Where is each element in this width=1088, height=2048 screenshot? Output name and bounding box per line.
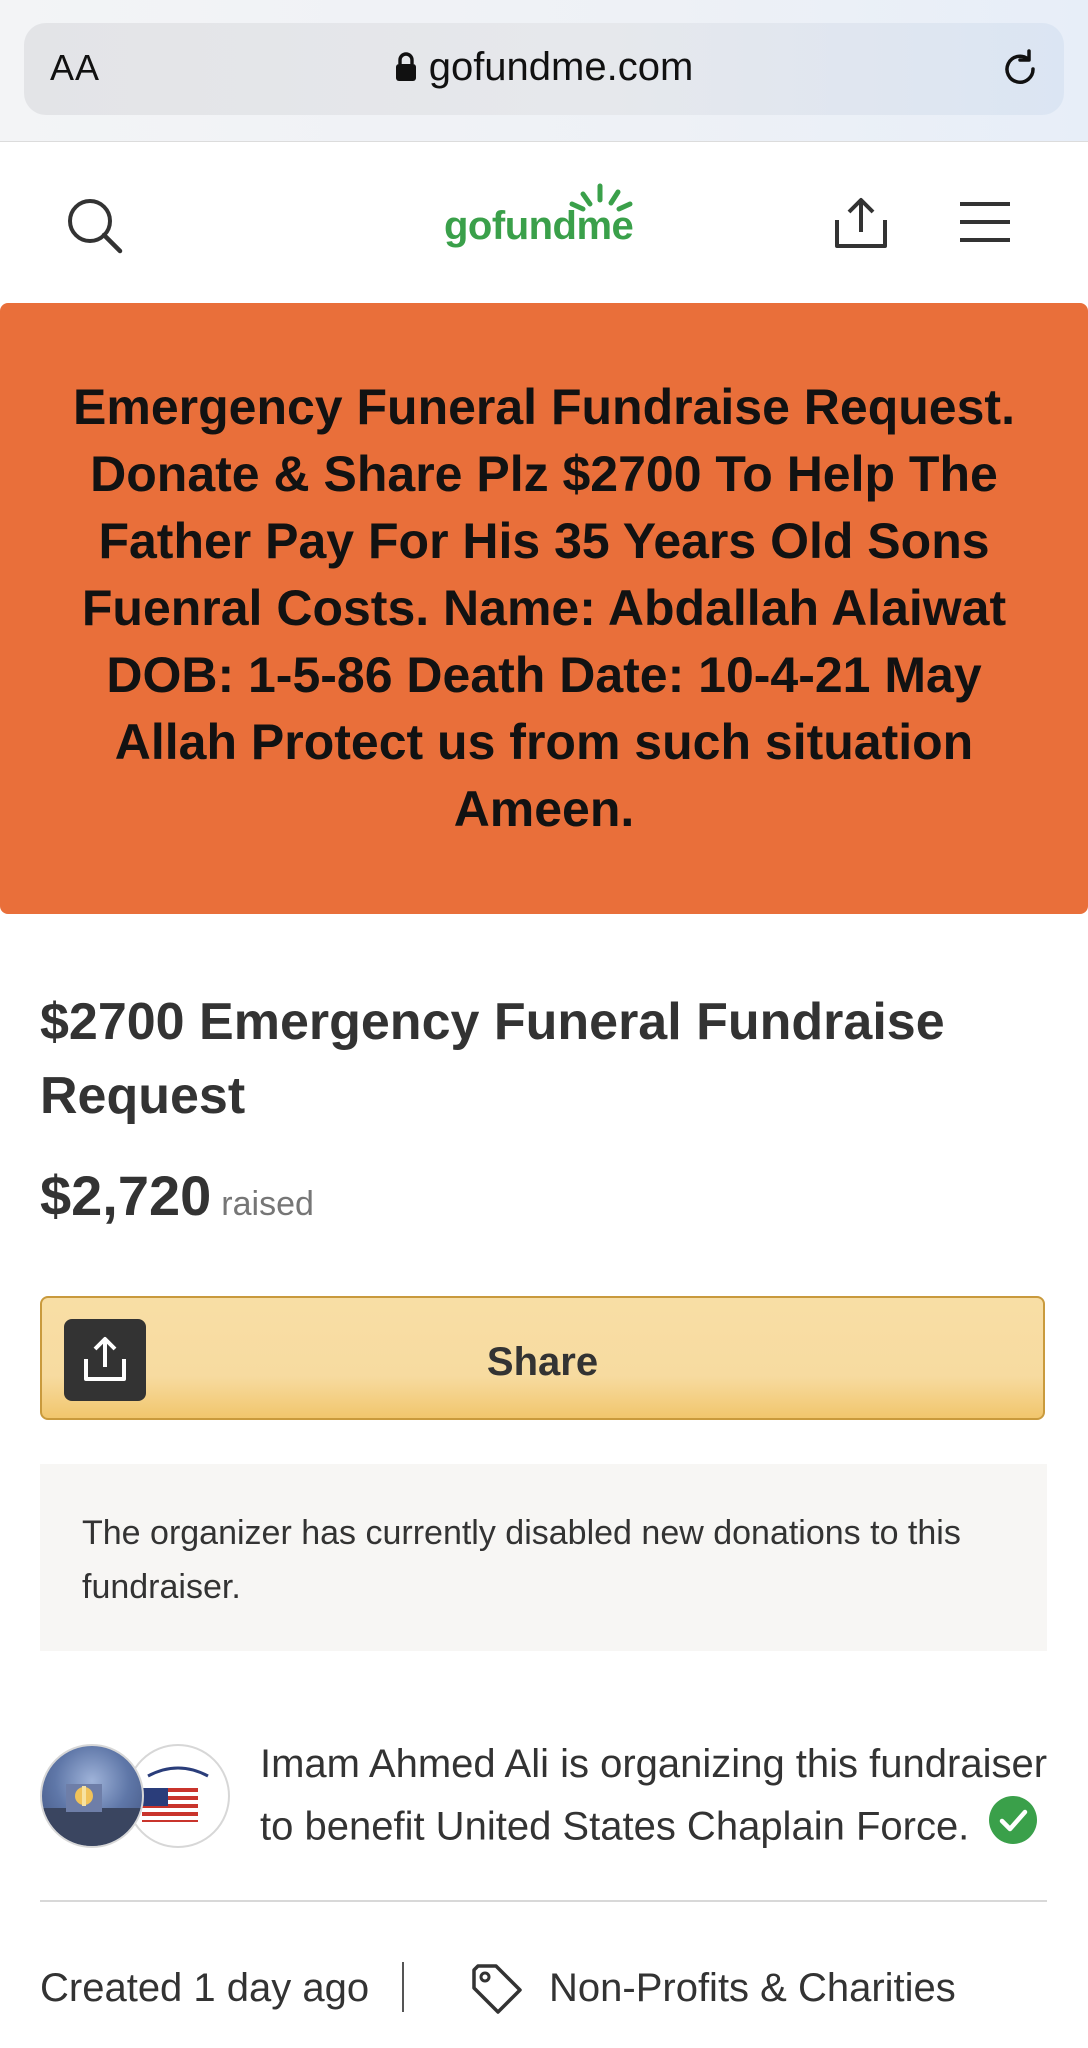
amount-raised: $2,720 raised — [40, 1163, 314, 1228]
browser-address-bar-area: AA gofundme.com — [0, 0, 1088, 142]
organizer-description: Imam Ahmed Ali is organizing this fundra… — [260, 1734, 1060, 1863]
share-button[interactable]: Share — [40, 1296, 1045, 1420]
organizer-text: Imam Ahmed Ali is organizing this fundra… — [260, 1742, 1048, 1849]
search-icon[interactable] — [66, 197, 124, 260]
organizer-avatar[interactable] — [40, 1744, 144, 1848]
lock-icon — [395, 47, 417, 92]
gofundme-logo[interactable]: gofundme — [440, 182, 660, 252]
share-button-label: Share — [486, 1340, 599, 1384]
organizer-avatars[interactable] — [40, 1744, 230, 1848]
logo-text: gofundme — [444, 204, 634, 248]
meta-separator — [402, 1962, 404, 2012]
amount-raised-value: $2,720 — [40, 1164, 212, 1227]
category-link[interactable]: Non-Profits & Charities — [549, 1966, 956, 2011]
campaign-title: $2700 Emergency Funeral Fundraise Reques… — [40, 993, 945, 1125]
notice-text: The organizer has currently disabled new… — [82, 1514, 961, 1606]
created-date: Created 1 day ago — [40, 1966, 370, 2010]
tag-icon — [470, 1964, 524, 2021]
campaign-image-text: Emergency Funeral Fundraise Request. Don… — [73, 379, 1015, 837]
browser-address-bar[interactable]: AA gofundme.com — [24, 23, 1064, 115]
site-header: gofundme — [0, 142, 1088, 302]
url-display[interactable]: gofundme.com — [24, 45, 1064, 92]
section-divider — [40, 1900, 1047, 1902]
verified-icon — [988, 1795, 1038, 1863]
campaign-image: Emergency Funeral Fundraise Request. Don… — [0, 303, 1088, 914]
url-text: gofundme.com — [428, 45, 694, 89]
share-icon[interactable] — [833, 194, 889, 255]
donations-disabled-notice: The organizer has currently disabled new… — [40, 1464, 1047, 1651]
amount-raised-label: raised — [221, 1185, 314, 1223]
reload-icon[interactable] — [998, 47, 1042, 96]
menu-icon[interactable] — [958, 200, 1012, 249]
